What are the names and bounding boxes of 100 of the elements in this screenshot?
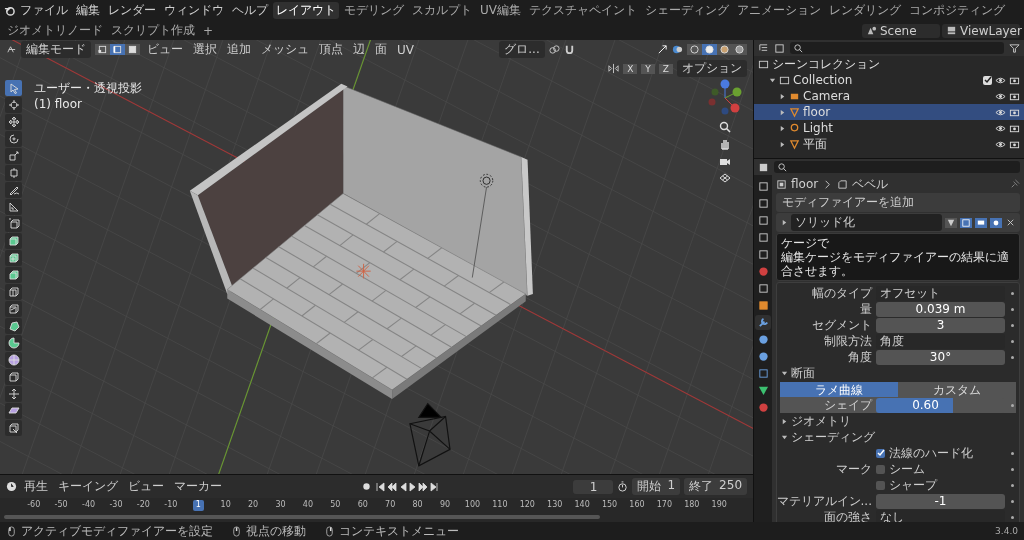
mirror-axis-toggle[interactable]: X <box>623 63 638 74</box>
viewport-menu-item[interactable]: 選択 <box>190 40 220 59</box>
field-label: 制限方法 <box>824 332 872 350</box>
timeline-menu-item[interactable]: 再生 <box>21 477 51 496</box>
view-name-label: ユーザー・透視投影 <box>34 80 142 97</box>
status-hint: 視点の移動 <box>246 522 306 540</box>
workspace-tab[interactable]: レンダリング <box>826 2 904 19</box>
menu-item[interactable]: レンダー <box>105 1 159 20</box>
menu-item[interactable]: 編集 <box>73 1 103 20</box>
tooltip-text: 編集ケージをモディファイアーの結果に適合させます。 <box>781 250 1010 278</box>
view-layer-field[interactable]: ViewLayer <box>942 23 1020 38</box>
outliner-row[interactable]: Light <box>754 120 1024 136</box>
profile-type-option[interactable]: ラメ曲線 <box>780 381 898 397</box>
dropdown-field[interactable]: オフセット <box>876 285 1005 301</box>
menu-item[interactable]: ウィンドウ <box>161 1 227 20</box>
frame-tick-label: 140 <box>574 500 590 511</box>
viewport-menu-item[interactable]: 辺 <box>350 40 368 59</box>
panel-heading[interactable]: ジオメトリ <box>791 412 851 430</box>
frame-tick-label: 190 <box>711 500 727 511</box>
start-frame-field[interactable]: 開始 1 <box>632 478 681 495</box>
frame-tick-label: 170 <box>656 500 673 511</box>
viewport-menu-item[interactable]: メッシュ <box>258 40 312 59</box>
outliner-item-label: 平面 <box>803 135 827 153</box>
breadcrumb-object: floor <box>791 177 819 191</box>
workspace-tab[interactable]: レイアウト <box>273 2 339 19</box>
playhead-frame-marker[interactable]: 1 <box>192 500 204 511</box>
mirror-axis-toggle[interactable]: Z <box>658 63 673 74</box>
timeline-menu-item[interactable]: ビュー <box>125 477 167 496</box>
frame-tick-label: -30 <box>109 500 123 511</box>
outliner-item-label: Collection <box>793 73 853 87</box>
field-label: 量 <box>860 300 872 318</box>
number-field[interactable]: 30° <box>876 349 1005 365</box>
menu-item[interactable]: ファイル <box>17 1 71 20</box>
frame-tick-label: 160 <box>629 500 645 511</box>
current-frame-field[interactable]: 1 <box>573 479 614 494</box>
outliner-row[interactable]: Collection <box>754 72 1024 88</box>
outliner-row[interactable]: Camera <box>754 88 1024 104</box>
checkbox-label: シャープ <box>889 476 937 494</box>
frame-tick-label: 40 <box>302 500 313 511</box>
workspace-tab[interactable]: モデリング <box>341 2 407 19</box>
outliner-item-label: floor <box>803 105 831 119</box>
workspace-tab[interactable]: スクリプト作成 <box>108 22 198 39</box>
add-workspace-tab[interactable]: + <box>200 23 217 38</box>
frame-tick-label: 20 <box>248 500 259 511</box>
number-field[interactable]: 3 <box>876 317 1005 333</box>
field-label: セグメント <box>812 316 872 334</box>
scene-field[interactable]: Scene <box>862 23 940 38</box>
profile-type-option[interactable]: カスタム <box>898 381 1016 397</box>
menu-item[interactable]: ヘルプ <box>229 1 271 20</box>
checkbox-label: シーム <box>889 460 925 478</box>
mode-dropdown[interactable]: 編集モード <box>21 41 91 58</box>
viewport-menu-item[interactable]: ビュー <box>144 40 186 59</box>
number-field[interactable]: -1 <box>876 493 1005 509</box>
end-frame-field[interactable]: 終了 250 <box>684 478 747 495</box>
viewport-menu-item[interactable]: UV <box>394 41 417 58</box>
frame-tick-label: -40 <box>82 500 96 511</box>
outliner-row[interactable]: シーンコレクション <box>754 56 1024 72</box>
dropdown-field[interactable]: 角度 <box>876 333 1005 349</box>
status-hint: コンテキストメニュー <box>339 522 459 540</box>
status-hint: アクティブモディファイアーを設定 <box>21 522 213 540</box>
frame-tick-label: 50 <box>330 500 341 511</box>
panel-heading[interactable]: 断面 <box>791 364 815 382</box>
viewport-menu-item[interactable]: 追加 <box>224 40 254 59</box>
mirror-axis-toggle[interactable]: Y <box>641 63 655 74</box>
workspace-tab[interactable]: ジオメトリノード <box>4 22 106 39</box>
options-dropdown[interactable]: オプション <box>677 60 747 77</box>
frame-tick-label: 10 <box>220 500 231 511</box>
workspace-tab[interactable]: アニメーション <box>734 2 824 19</box>
panel-heading[interactable]: シェーディング <box>791 428 875 446</box>
workspace-tab[interactable]: スカルプト <box>409 2 475 19</box>
field-label: シェイプ <box>824 396 872 414</box>
frame-tick-label: 30 <box>275 500 286 511</box>
viewport-menu-item[interactable]: 面 <box>372 40 390 59</box>
frame-tick-label: 180 <box>684 500 700 511</box>
workspace-tab[interactable]: テクスチャペイント <box>526 2 640 19</box>
viewport-menu-item[interactable]: 頂点 <box>316 40 346 59</box>
add-modifier-dropdown[interactable]: モディファイアーを追加 <box>776 193 1020 212</box>
transform-orientation-dropdown[interactable]: グロ... <box>499 41 545 58</box>
frame-tick-label: 90 <box>439 500 451 511</box>
workspace-tab[interactable]: コンポジティング <box>906 2 1008 19</box>
outliner-row[interactable]: 平面 <box>754 136 1024 152</box>
frame-tick-label: 120 <box>519 500 535 511</box>
workspace-tab[interactable]: シェーディング <box>642 2 732 19</box>
frame-tick-label: 110 <box>492 500 508 511</box>
outliner-item-label: Camera <box>803 89 851 103</box>
workspace-tab[interactable]: UV編集 <box>477 2 524 19</box>
outliner-row[interactable]: floor <box>754 104 1024 120</box>
timeline-menu-item[interactable]: マーカー <box>171 477 225 496</box>
outliner-item-label: Light <box>803 121 833 135</box>
breadcrumb-modifier: ベベル <box>852 175 889 193</box>
frame-tick-label: 80 <box>412 500 423 511</box>
frame-tick-label: 150 <box>601 500 618 511</box>
frame-tick-label: 100 <box>464 500 481 511</box>
timeline-menu-item[interactable]: キーイング <box>55 477 121 496</box>
frame-tick-label: 70 <box>385 500 396 511</box>
number-field[interactable]: 0.039 m <box>876 301 1005 317</box>
modifier-name-field[interactable]: ソリッド化 <box>791 214 942 231</box>
frame-tick-label: -20 <box>136 500 150 511</box>
frame-tick-label: 60 <box>357 500 368 511</box>
frame-tick-label: -60 <box>27 500 41 511</box>
